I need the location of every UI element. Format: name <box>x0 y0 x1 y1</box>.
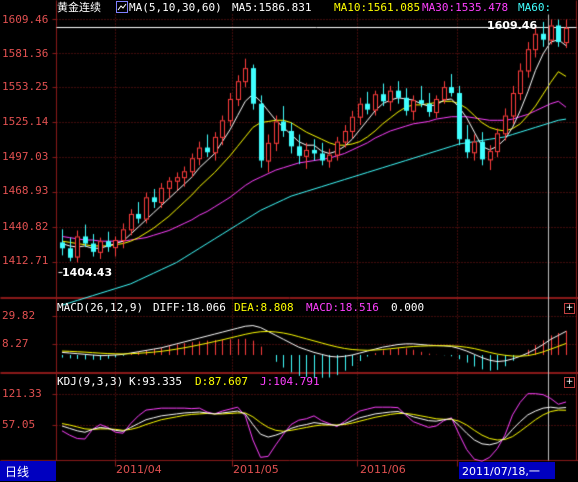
ma-parameters: MA(5,10,30,60) <box>129 1 222 14</box>
x-date-label: 2011/05 <box>233 463 279 476</box>
y-tick-label: 1609.46 <box>2 13 49 26</box>
x-date-label: 2011/06 <box>360 463 406 476</box>
macd-diff-value: DIFF:18.066 <box>153 301 226 314</box>
y-tick-label: 1412.71 <box>2 254 49 267</box>
x-date-label: 2011/04 <box>116 463 162 476</box>
kdj-j-value: J:104.791 <box>260 375 320 388</box>
macd-zero-value: 0.000 <box>391 301 425 314</box>
high-price-marker: 1609.46 <box>487 19 538 32</box>
y-tick-label: 1497.03 <box>2 150 49 163</box>
indicator-icon[interactable] <box>116 1 128 13</box>
period-tab[interactable]: 日线 <box>0 461 56 481</box>
macd-expand-button[interactable]: + <box>564 303 575 314</box>
symbol-name: 黄金连续 <box>57 1 101 14</box>
cursor-date-box: 2011/07/18,一 <box>459 462 555 479</box>
period-tab-label: 日线 <box>5 465 30 479</box>
y-tick-label: 1468.93 <box>2 184 49 197</box>
kdj-d-value: D:87.607 <box>195 375 248 388</box>
ma10-value: MA10:1561.085 <box>334 1 421 14</box>
kdj-parameters: KDJ(9,3,3) <box>57 375 124 388</box>
macd-parameters: MACD(26,12,9) <box>57 301 144 314</box>
macd-histogram-value: MACD:18.516 <box>306 301 379 314</box>
ma5-value: MA5:1586.831 <box>232 1 312 14</box>
y-tick-label: 1553.25 <box>2 80 49 93</box>
candlestick-chart-canvas[interactable] <box>0 0 578 482</box>
cursor-date: 2011/07/18,一 <box>462 465 540 478</box>
kdj-y-tick: 121.33 <box>2 387 42 400</box>
macd-y-tick: 8.27 <box>2 337 29 350</box>
y-tick-label: 1525.14 <box>2 115 49 128</box>
macd-dea-value: DEA:8.808 <box>234 301 294 314</box>
ma60-value: MA60: <box>518 1 552 14</box>
ma30-value: MA30:1535.478 <box>422 1 509 14</box>
kdj-k-value: K:93.335 <box>129 375 182 388</box>
y-tick-label: 1581.36 <box>2 47 49 60</box>
y-tick-label: 1440.82 <box>2 220 49 233</box>
macd-y-tick: 29.82 <box>2 309 36 322</box>
kdj-expand-button[interactable]: + <box>564 377 575 388</box>
kdj-y-tick: 57.05 <box>2 418 36 431</box>
low-price-marker: 1404.43 <box>62 266 113 279</box>
